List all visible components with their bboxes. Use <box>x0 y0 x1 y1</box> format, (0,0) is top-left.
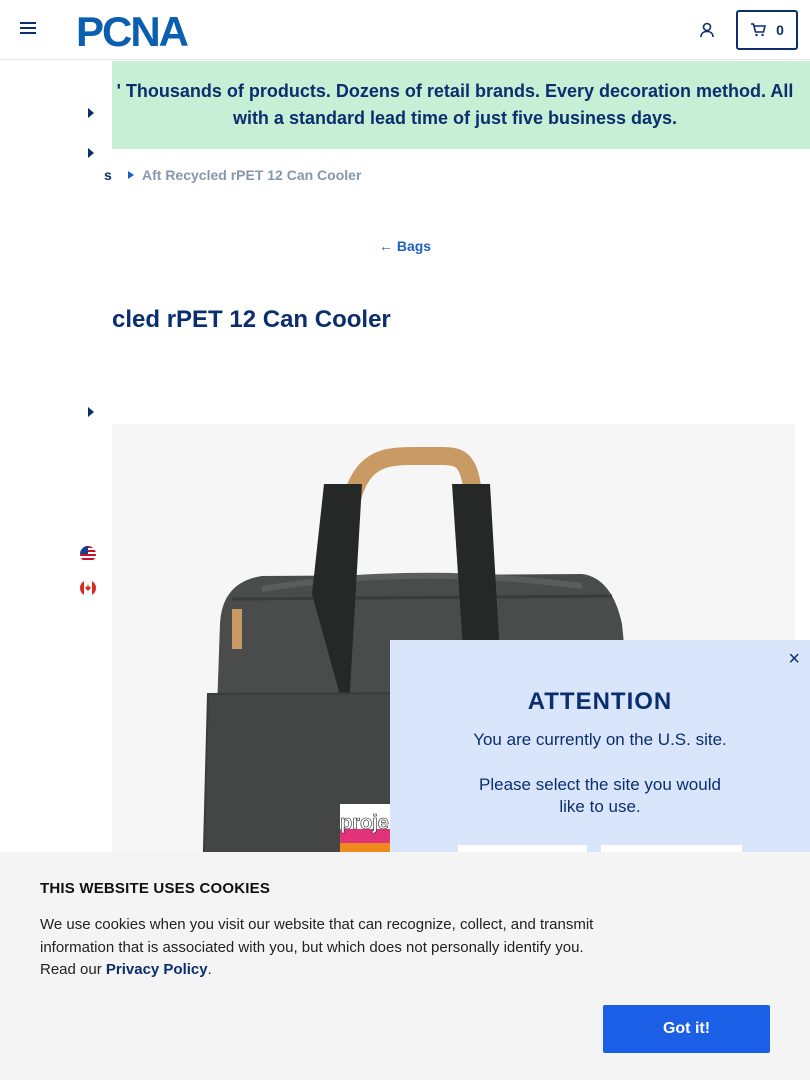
cookie-heading: THIS WEBSITE USES COOKIES <box>40 880 271 897</box>
cart-button[interactable]: 0 <box>736 10 798 50</box>
caret-right-icon[interactable] <box>88 407 94 417</box>
imprint-text: proje <box>340 812 389 834</box>
breadcrumb-separator-icon <box>128 171 134 179</box>
back-to-category-link[interactable]: ← Bags <box>0 238 810 254</box>
pcna-logo[interactable]: PCNA <box>76 10 224 50</box>
cookie-banner: THIS WEBSITE USES COOKIES We use cookies… <box>0 852 810 1080</box>
product-title: cled rPET 12 Can Cooler <box>112 306 391 333</box>
close-icon[interactable]: × <box>788 648 800 671</box>
got-it-button[interactable]: Got it! <box>603 1005 770 1053</box>
arrow-left-icon: ← <box>378 238 393 254</box>
caret-right-icon[interactable] <box>88 148 94 158</box>
canada-flag-icon[interactable] <box>80 580 96 596</box>
cookie-text: We use cookies when you visit our websit… <box>40 914 605 982</box>
breadcrumb: s Aft Recycled rPET 12 Can Cooler <box>104 167 362 183</box>
modal-heading: ATTENTION <box>527 688 673 715</box>
modal-message: You are currently on the U.S. site. <box>473 730 727 749</box>
cart-count: 0 <box>776 22 784 38</box>
us-flag-icon[interactable] <box>80 546 96 562</box>
breadcrumb-current: Aft Recycled rPET 12 Can Cooler <box>142 167 362 183</box>
breadcrumb-prev[interactable]: s <box>104 167 112 183</box>
promo-banner-text: ' Thousands of products. Dozens of retai… <box>116 81 794 128</box>
account-icon[interactable] <box>698 21 716 39</box>
caret-right-icon[interactable] <box>88 108 94 118</box>
logo-text: PCNA <box>76 10 189 50</box>
menu-icon[interactable] <box>20 22 36 38</box>
promo-banner: ' Thousands of products. Dozens of retai… <box>100 61 810 149</box>
back-link-label: Bags <box>396 238 432 254</box>
cart-icon <box>751 23 767 37</box>
site-header: PCNA 0 <box>0 0 810 60</box>
privacy-policy-link[interactable]: Privacy Policy <box>106 961 208 978</box>
modal-prompt: Please select the site you would like to… <box>479 775 721 816</box>
cookie-end: . <box>207 961 212 978</box>
